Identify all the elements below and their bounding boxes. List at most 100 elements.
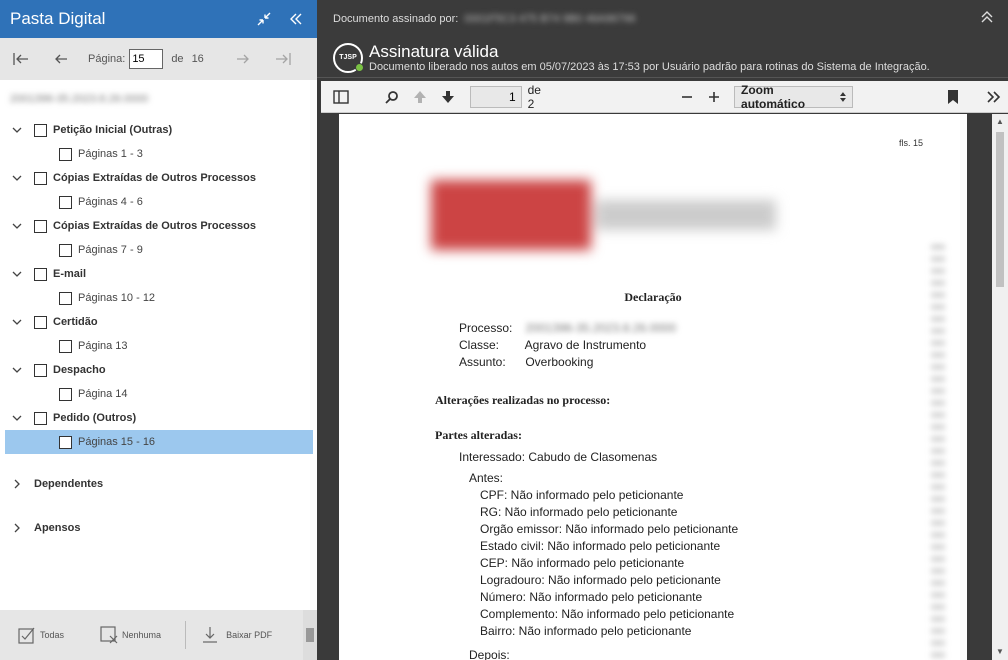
chevron-right-icon[interactable] (10, 477, 24, 491)
chevron-right-icon[interactable] (10, 521, 24, 535)
tree-item-row[interactable]: Página 14 (0, 382, 317, 406)
tree-group: E-mail Páginas 10 - 12 (0, 262, 317, 310)
chevron-down-icon[interactable] (10, 267, 24, 281)
chevron-double-up-icon[interactable] (980, 10, 994, 27)
tree-item-row[interactable]: Páginas 4 - 6 (0, 190, 317, 214)
download-pdf-button[interactable]: Baixar PDF (202, 626, 272, 644)
chevron-updown-icon (839, 91, 846, 102)
tree-group-row[interactable]: Certidão (0, 310, 317, 334)
checkbox[interactable] (34, 123, 47, 137)
checkbox[interactable] (59, 387, 72, 401)
chevron-down-icon[interactable] (10, 171, 24, 185)
signature-status: TJSP Assinatura válida Documento liberad… (317, 38, 1008, 78)
scroll-thumb[interactable] (996, 132, 1004, 287)
checkbox[interactable] (59, 243, 72, 257)
checkbox[interactable] (59, 291, 72, 305)
digital-folder-panel: Pasta Digital Página: de 16 2001396-35.2… (0, 0, 317, 660)
scroll-thumb[interactable] (306, 628, 314, 642)
depois-label: Depois: (469, 648, 510, 660)
section-alteracoes: Alterações realizadas no processo: (435, 393, 611, 407)
tree-group: Cópias Extraídas de Outros Processos Pág… (0, 214, 317, 262)
pdf-viewer[interactable]: fls. 15 Declaração Processo: 2001396-35.… (321, 114, 1008, 660)
tree-item-label: Páginas 15 - 16 (78, 436, 156, 448)
zoom-out-icon[interactable] (673, 84, 701, 110)
tree-group-row[interactable]: Petição Inicial (Outras) (0, 118, 317, 142)
zoom-in-icon[interactable] (700, 84, 728, 110)
tree-section-label: Apensos (34, 522, 81, 534)
of-label: de (171, 53, 184, 65)
pdf-page: fls. 15 Declaração Processo: 2001396-35.… (339, 114, 967, 660)
tree-group-label: Despacho (53, 364, 106, 376)
scroll-down-icon[interactable]: ▼ (995, 647, 1005, 657)
checkbox[interactable] (59, 147, 72, 161)
total-pages: 16 (191, 53, 204, 65)
tjsp-seal-icon: TJSP (333, 42, 364, 73)
signature-header: Documento assinado por: 0001F5C3 475 B74… (317, 0, 1008, 38)
last-page-icon[interactable] (272, 48, 294, 70)
download-icon (203, 627, 218, 643)
arrow-down-icon[interactable] (434, 84, 462, 110)
chevron-down-icon[interactable] (10, 411, 24, 425)
chevron-down-icon[interactable] (10, 123, 24, 137)
collapse-all-icon[interactable] (253, 8, 275, 30)
chevron-down-icon[interactable] (10, 315, 24, 329)
checkbox-cross-icon (100, 626, 118, 644)
checkbox[interactable] (59, 435, 72, 449)
selection-toolbar: Todas Nenhuma Baixar PDF (0, 610, 317, 660)
tree-group-row[interactable]: Despacho (0, 358, 317, 382)
hide-panel-icon[interactable] (285, 8, 307, 30)
signature-text: Assinatura válida Documento liberado nos… (369, 42, 930, 73)
checkbox[interactable] (34, 363, 47, 377)
next-page-icon[interactable] (232, 48, 254, 70)
pdf-page-input[interactable] (469, 85, 522, 108)
tree-item-row[interactable]: Páginas 7 - 9 (0, 238, 317, 262)
tree-item-row-selected[interactable]: Páginas 15 - 16 (5, 430, 313, 454)
document-title: Declaração (624, 290, 682, 304)
previous-page-icon[interactable] (50, 48, 72, 70)
search-icon[interactable] (379, 84, 407, 110)
tree-group-label: E-mail (53, 268, 87, 280)
scroll-up-icon[interactable]: ▲ (995, 117, 1005, 127)
tree-group: Cópias Extraídas de Outros Processos Pág… (0, 166, 317, 214)
checkbox[interactable] (34, 267, 47, 281)
chevron-down-icon[interactable] (10, 363, 24, 377)
tree-group-row[interactable]: Pedido (Outros) (0, 406, 317, 430)
tree-item-row[interactable]: Páginas 10 - 12 (0, 286, 317, 310)
page-number-input[interactable] (129, 49, 164, 69)
tree-group-row[interactable]: Cópias Extraídas de Outros Processos (0, 166, 317, 190)
sidebar-toggle-icon[interactable] (327, 84, 355, 110)
arrow-up-icon[interactable] (406, 84, 434, 110)
tree-group-row[interactable]: Cópias Extraídas de Outros Processos (0, 214, 317, 238)
signed-by-value: 0001F5C3 475 B74 9B0 46A96796 (464, 13, 636, 25)
tree-item-row[interactable]: Páginas 1 - 3 (0, 142, 317, 166)
tree-item-label: Páginas 10 - 12 (78, 292, 156, 304)
checkbox[interactable] (34, 411, 47, 425)
checkbox[interactable] (34, 171, 47, 185)
tree-section-label: Dependentes (34, 478, 104, 490)
tree-group: Pedido (Outros) Páginas 15 - 16 (0, 406, 317, 454)
checkbox[interactable] (59, 195, 72, 209)
select-all-button[interactable]: Todas (18, 626, 64, 644)
left-scrollbar[interactable] (303, 610, 317, 660)
tree-group-label: Petição Inicial (Outras) (53, 124, 173, 136)
bookmark-icon[interactable] (939, 84, 967, 110)
tree-item-row[interactable]: Página 13 (0, 334, 317, 358)
detail-line: Logradouro: Não informado pelo peticiona… (480, 573, 721, 587)
detail-line: Bairro: Não informado pelo peticionante (480, 624, 692, 638)
signature-status-detail: Documento liberado nos autos em 05/07/20… (369, 61, 930, 73)
tools-chevron-icon[interactable] (980, 84, 1008, 110)
chevron-down-icon[interactable] (10, 219, 24, 233)
checkbox[interactable] (34, 219, 47, 233)
tree-section-apensos[interactable]: Apensos (0, 506, 317, 550)
first-page-icon[interactable] (10, 48, 32, 70)
zoom-select[interactable]: Zoom automático (734, 83, 853, 111)
tree-group-row[interactable]: E-mail (0, 262, 317, 286)
checkbox[interactable] (34, 315, 47, 329)
document-tree: Petição Inicial (Outras) Páginas 1 - 3 C… (0, 118, 317, 550)
section-partes: Partes alteradas: (435, 428, 522, 442)
pdf-scrollbar[interactable]: ▲ ▼ (992, 114, 1008, 660)
tree-section-dependentes[interactable]: Dependentes (0, 462, 317, 506)
select-none-button[interactable]: Nenhuma (100, 626, 161, 644)
checkbox[interactable] (59, 339, 72, 353)
tree-group-label: Cópias Extraídas de Outros Processos (53, 220, 256, 232)
